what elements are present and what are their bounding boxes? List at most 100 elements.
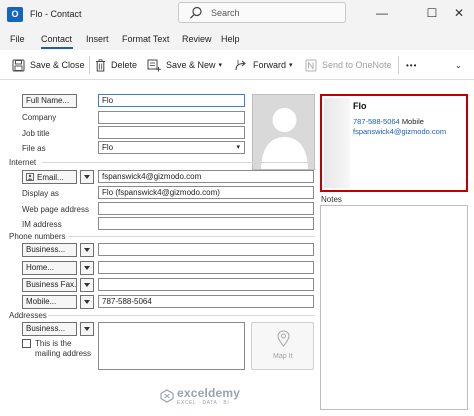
delete-button[interactable]: Delete [95, 57, 137, 73]
menu-file[interactable]: File [10, 34, 25, 44]
notes-label: Notes [321, 195, 342, 204]
close-button[interactable]: ✕ [447, 4, 471, 22]
active-menu-indicator [41, 47, 73, 49]
more-options-button[interactable]: ••• [406, 57, 417, 73]
im-address-field[interactable] [98, 217, 314, 230]
mailing-address-label-line1: This is the [35, 339, 72, 348]
ribbon-toolbar: Save & Close Delete Save & New ▾ Forward [0, 50, 474, 80]
mailing-address-label-line2: mailing address [35, 349, 92, 358]
save-new-icon [147, 59, 161, 71]
card-phone-type: Mobile [401, 117, 424, 126]
phone-business-field[interactable] [98, 243, 314, 256]
phone-mobile-dropdown[interactable] [80, 295, 94, 309]
internet-header: Internet [9, 158, 37, 167]
job-title-field[interactable] [98, 126, 245, 139]
window-title: Flo - Contact [30, 9, 82, 19]
search-box[interactable]: Search [178, 2, 346, 23]
file-as-label: File as [22, 144, 46, 153]
email-type-dropdown[interactable] [80, 170, 94, 184]
menu-review[interactable]: Review [182, 34, 212, 44]
watermark-name: exceldemy [177, 386, 241, 400]
phone-business-button[interactable]: Business... [22, 243, 77, 257]
business-card[interactable]: Flo 787-588-5064 Mobile fspanswick4@gizm… [320, 94, 468, 192]
chevron-down-icon: ▾ [236, 144, 240, 151]
trash-icon [96, 58, 105, 71]
toolbar-divider [398, 56, 399, 74]
file-as-value: Flo [102, 143, 114, 152]
company-label: Company [22, 113, 57, 122]
section-divider [42, 162, 315, 163]
phone-business-dropdown[interactable] [80, 243, 94, 257]
card-image-band [324, 98, 350, 188]
address-type-dropdown[interactable] [80, 322, 94, 336]
person-placeholder-icon [261, 108, 308, 169]
outlook-app-icon: O [7, 7, 23, 22]
contact-photo[interactable] [252, 94, 315, 170]
save-new-label: Save & New [166, 60, 216, 70]
minimize-button[interactable]: — [370, 4, 394, 22]
card-name: Flo [353, 101, 367, 111]
phone-home-dropdown[interactable] [80, 261, 94, 275]
send-to-onenote-label: Send to OneNote [322, 60, 392, 70]
save-close-button[interactable]: Save & Close [12, 57, 85, 73]
im-address-label: IM address [22, 220, 62, 229]
save-close-icon [12, 59, 25, 71]
watermark-tagline: EXCEL · DATA · BI [177, 400, 230, 406]
menu-format-text[interactable]: Format Text [122, 34, 169, 44]
search-placeholder: Search [211, 8, 240, 18]
display-as-field[interactable]: Flo (fspanswick4@gizmodo.com) [98, 186, 314, 199]
delete-label: Delete [111, 60, 138, 70]
company-field[interactable] [98, 111, 245, 124]
address-field[interactable] [98, 322, 245, 370]
phone-mobile-field[interactable]: 787-588-5064 [98, 295, 314, 308]
web-page-field[interactable] [98, 202, 314, 215]
menu-contact[interactable]: Contact [41, 34, 72, 44]
card-email: fspanswick4@gizmodo.com [353, 127, 447, 136]
map-it-label: Map It [273, 353, 293, 360]
chevron-down-icon: ▾ [289, 62, 293, 69]
phone-numbers-header: Phone numbers [9, 232, 66, 241]
search-icon [190, 6, 202, 19]
map-it-button[interactable]: Map It [251, 322, 314, 370]
map-pin-icon [277, 330, 290, 347]
mailing-address-checkbox[interactable] [22, 339, 31, 348]
onenote-icon [305, 59, 317, 71]
email-field[interactable]: fspanswick4@gizmodo.com [98, 170, 314, 183]
forward-icon [235, 59, 246, 70]
toolbar-divider [89, 56, 90, 74]
exceldemy-logo-icon [160, 389, 174, 403]
phone-home-button[interactable]: Home... [22, 261, 77, 275]
section-divider [48, 315, 315, 316]
display-as-label: Display as [22, 189, 59, 198]
job-title-label: Job title [22, 129, 50, 138]
full-name-field[interactable]: Flo [98, 94, 245, 107]
menu-help[interactable]: Help [221, 34, 240, 44]
email-button[interactable]: Email... [22, 170, 77, 184]
web-page-label: Web page address [22, 205, 90, 214]
full-name-button[interactable]: Full Name... [22, 94, 77, 108]
maximize-button[interactable]: ☐ [420, 4, 444, 22]
phone-mobile-button[interactable]: Mobile... [22, 295, 77, 309]
addresses-header: Addresses [9, 311, 47, 320]
notes-field[interactable] [320, 205, 468, 410]
phone-business-fax-dropdown[interactable] [80, 278, 94, 292]
address-book-icon [26, 173, 34, 181]
phone-business-fax-button[interactable]: Business Fax... [22, 278, 77, 292]
card-phone-line: 787-588-5064 Mobile [353, 117, 424, 126]
file-as-select[interactable]: Flo ▾ [98, 141, 245, 154]
phone-business-fax-field[interactable] [98, 278, 314, 291]
forward-label: Forward [253, 60, 287, 70]
send-to-onenote-button[interactable]: Send to OneNote [305, 57, 392, 73]
email-button-label: Email... [37, 172, 64, 182]
menu-insert[interactable]: Insert [86, 34, 109, 44]
phone-home-field[interactable] [98, 261, 314, 274]
save-close-label: Save & Close [30, 60, 85, 70]
title-bar: O Flo - Contact Search — ☐ ✕ [0, 0, 474, 30]
section-divider [68, 236, 315, 237]
address-type-button[interactable]: Business... [22, 322, 77, 336]
chevron-down-icon: ▾ [218, 62, 223, 69]
collapse-ribbon-icon[interactable]: ⌄ [455, 57, 462, 73]
exceldemy-watermark: exceldemy EXCEL · DATA · BI [160, 386, 240, 406]
save-new-button[interactable]: Save & New ▾ [147, 57, 222, 73]
forward-button[interactable]: Forward ▾ [235, 57, 293, 73]
